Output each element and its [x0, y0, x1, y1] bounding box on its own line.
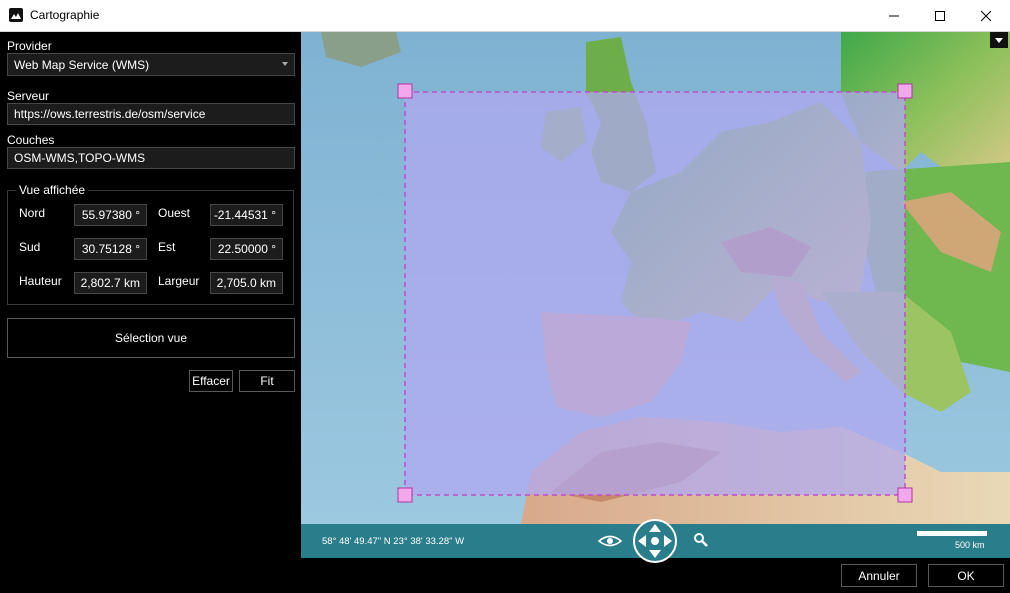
map-view[interactable]	[301, 32, 1010, 524]
layers-input[interactable]: OSM-WMS,TOPO-WMS	[7, 147, 295, 169]
server-value: https://ows.terrestris.de/osm/service	[14, 107, 206, 121]
pan-control-icon[interactable]	[632, 518, 678, 564]
settings-panel: Provider Web Map Service (WMS) Serveur h…	[0, 32, 301, 593]
cancel-button[interactable]: Annuler	[841, 564, 917, 587]
east-field[interactable]: 22.50000 °	[210, 238, 283, 260]
provider-dropdown[interactable]: Web Map Service (WMS)	[7, 53, 295, 76]
selection-handle-bottom-left[interactable]	[397, 487, 413, 503]
ok-button[interactable]: OK	[928, 564, 1004, 587]
app-icon	[9, 8, 23, 22]
close-icon	[980, 10, 992, 21]
maximize-button[interactable]	[917, 0, 963, 31]
scale-bar	[917, 531, 987, 536]
height-label: Hauteur	[19, 274, 62, 288]
zoom-search-icon[interactable]	[693, 532, 709, 548]
width-label: Largeur	[158, 274, 200, 288]
west-label: Ouest	[158, 206, 191, 220]
selection-handle-top-left[interactable]	[397, 83, 413, 99]
maximize-icon	[935, 10, 945, 21]
north-field[interactable]: 55.97380 °	[74, 204, 147, 226]
select-view-button[interactable]: Sélection vue	[7, 318, 295, 358]
selection-rectangle[interactable]	[404, 91, 906, 496]
eye-icon[interactable]	[597, 532, 623, 550]
north-label: Nord	[19, 206, 46, 220]
clear-button[interactable]: Effacer	[189, 370, 233, 392]
layers-value: OSM-WMS,TOPO-WMS	[14, 151, 146, 165]
west-field[interactable]: -21.44531 °	[210, 204, 283, 226]
layers-label: Couches	[7, 133, 55, 147]
title-bar: Cartographie	[0, 0, 1010, 32]
minimize-button[interactable]	[871, 0, 917, 31]
close-button[interactable]	[963, 0, 1009, 31]
scale-label: 500 km	[955, 540, 985, 550]
provider-value: Web Map Service (WMS)	[14, 57, 150, 72]
selection-handle-top-right[interactable]	[897, 83, 913, 99]
window-title: Cartographie	[30, 8, 100, 22]
south-field[interactable]: 30.75128 °	[74, 238, 147, 260]
fit-button[interactable]: Fit	[239, 370, 295, 392]
map-options-button[interactable]	[990, 32, 1008, 48]
map-canvas[interactable]	[301, 32, 1010, 524]
server-label: Serveur	[7, 89, 50, 103]
provider-label: Provider	[7, 39, 52, 53]
height-field[interactable]: 2,802.7 km	[74, 272, 147, 294]
south-label: Sud	[19, 240, 41, 254]
cursor-coordinates: 58° 48' 49.47" N 23° 38' 33.28" W	[322, 536, 465, 547]
view-group-title: Vue affichée	[16, 183, 89, 197]
minimize-icon	[889, 15, 899, 16]
east-label: Est	[158, 240, 176, 254]
width-field[interactable]: 2,705.0 km	[210, 272, 283, 294]
selection-handle-bottom-right[interactable]	[897, 487, 913, 503]
server-input[interactable]: https://ows.terrestris.de/osm/service	[7, 103, 295, 125]
dropdown-icon	[282, 62, 288, 66]
map-status-bar: 58° 48' 49.47" N 23° 38' 33.28" W 500 km	[301, 519, 1010, 563]
